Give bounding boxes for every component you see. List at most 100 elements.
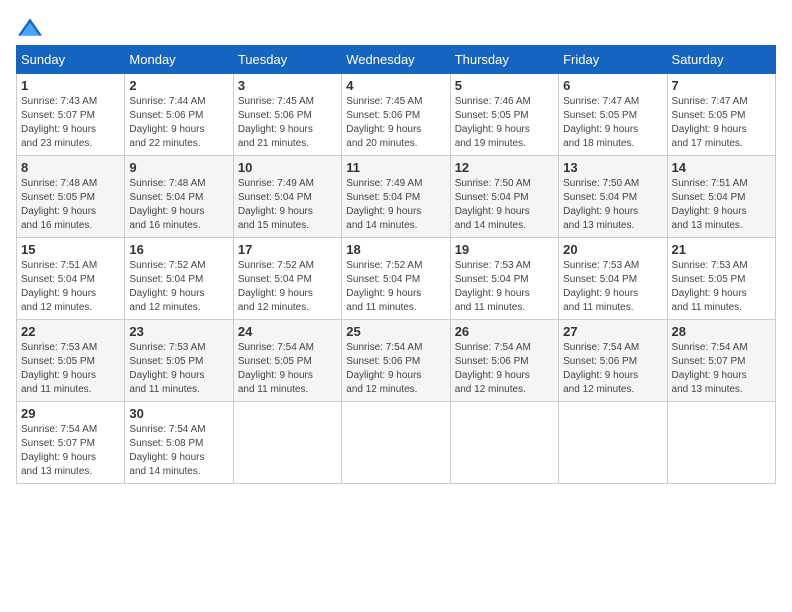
- weekday-header-row: SundayMondayTuesdayWednesdayThursdayFrid…: [17, 46, 776, 74]
- calendar-table: SundayMondayTuesdayWednesdayThursdayFrid…: [16, 45, 776, 484]
- day-number: 20: [563, 242, 662, 257]
- day-info: Sunrise: 7:52 AM Sunset: 5:04 PM Dayligh…: [238, 259, 337, 315]
- day-number: 3: [238, 78, 337, 93]
- day-info: Sunrise: 7:45 AM Sunset: 5:06 PM Dayligh…: [346, 95, 445, 151]
- day-number: 2: [129, 78, 228, 93]
- day-info: Sunrise: 7:51 AM Sunset: 5:04 PM Dayligh…: [21, 259, 120, 315]
- calendar-cell: 8 Sunrise: 7:48 AM Sunset: 5:05 PM Daylig…: [17, 156, 125, 238]
- day-number: 16: [129, 242, 228, 257]
- day-info: Sunrise: 7:54 AM Sunset: 5:05 PM Dayligh…: [238, 341, 337, 397]
- day-info: Sunrise: 7:54 AM Sunset: 5:06 PM Dayligh…: [455, 341, 554, 397]
- calendar-cell: 7Sunrise: 7:47 AM Sunset: 5:05 PM Daylig…: [667, 74, 775, 156]
- weekday-header-cell: Saturday: [667, 46, 775, 74]
- day-info: Sunrise: 7:50 AM Sunset: 5:04 PM Dayligh…: [455, 177, 554, 233]
- calendar-cell: [559, 402, 667, 484]
- day-info: Sunrise: 7:53 AM Sunset: 5:05 PM Dayligh…: [672, 259, 771, 315]
- logo-icon: [16, 17, 44, 37]
- calendar-cell: 16 Sunrise: 7:52 AM Sunset: 5:04 PM Dayli…: [125, 238, 233, 320]
- day-info: Sunrise: 7:53 AM Sunset: 5:05 PM Dayligh…: [21, 341, 120, 397]
- day-info: Sunrise: 7:54 AM Sunset: 5:08 PM Dayligh…: [129, 423, 228, 479]
- calendar-cell: 19Sunrise: 7:53 AM Sunset: 5:04 PM Dayli…: [450, 238, 558, 320]
- day-info: Sunrise: 7:43 AM Sunset: 5:07 PM Dayligh…: [21, 95, 120, 151]
- day-number: 9: [129, 160, 228, 175]
- calendar-cell: 21 Sunrise: 7:53 AM Sunset: 5:05 PM Dayli…: [667, 238, 775, 320]
- day-info: Sunrise: 7:47 AM Sunset: 5:05 PM Dayligh…: [563, 95, 662, 151]
- day-number: 11: [346, 160, 445, 175]
- calendar-cell: 2 Sunrise: 7:44 AM Sunset: 5:06 PM Daylig…: [125, 74, 233, 156]
- day-info: Sunrise: 7:49 AM Sunset: 5:04 PM Dayligh…: [238, 177, 337, 233]
- calendar-cell: [342, 402, 450, 484]
- calendar-body: 1 Sunrise: 7:43 AM Sunset: 5:07 PM Daylig…: [17, 74, 776, 484]
- calendar-cell: 30 Sunrise: 7:54 AM Sunset: 5:08 PM Dayli…: [125, 402, 233, 484]
- day-number: 30: [129, 406, 228, 421]
- calendar-cell: 10 Sunrise: 7:49 AM Sunset: 5:04 PM Dayli…: [233, 156, 341, 238]
- day-info: Sunrise: 7:54 AM Sunset: 5:06 PM Dayligh…: [563, 341, 662, 397]
- day-number: 13: [563, 160, 662, 175]
- day-number: 21: [672, 242, 771, 257]
- day-info: Sunrise: 7:54 AM Sunset: 5:07 PM Dayligh…: [21, 423, 120, 479]
- day-number: 6: [563, 78, 662, 93]
- day-number: 12: [455, 160, 554, 175]
- calendar-cell: 6 Sunrise: 7:47 AM Sunset: 5:05 PM Daylig…: [559, 74, 667, 156]
- day-number: 27: [563, 324, 662, 339]
- header: [16, 16, 776, 37]
- day-info: Sunrise: 7:54 AM Sunset: 5:07 PM Dayligh…: [672, 341, 771, 397]
- day-info: Sunrise: 7:52 AM Sunset: 5:04 PM Dayligh…: [129, 259, 228, 315]
- calendar-cell: 11 Sunrise: 7:49 AM Sunset: 5:04 PM Dayli…: [342, 156, 450, 238]
- day-info: Sunrise: 7:50 AM Sunset: 5:04 PM Dayligh…: [563, 177, 662, 233]
- calendar-cell: 1 Sunrise: 7:43 AM Sunset: 5:07 PM Daylig…: [17, 74, 125, 156]
- day-info: Sunrise: 7:51 AM Sunset: 5:04 PM Dayligh…: [672, 177, 771, 233]
- weekday-header-cell: Friday: [559, 46, 667, 74]
- day-number: 19: [455, 242, 554, 257]
- weekday-header-cell: Thursday: [450, 46, 558, 74]
- day-number: 14: [672, 160, 771, 175]
- day-number: 22: [21, 324, 120, 339]
- calendar-cell: 9 Sunrise: 7:48 AM Sunset: 5:04 PM Daylig…: [125, 156, 233, 238]
- calendar-week-row: 22 Sunrise: 7:53 AM Sunset: 5:05 PM Dayli…: [17, 320, 776, 402]
- logo: [16, 16, 48, 37]
- day-number: 10: [238, 160, 337, 175]
- calendar-cell: 23Sunrise: 7:53 AM Sunset: 5:05 PM Dayli…: [125, 320, 233, 402]
- calendar-cell: 14 Sunrise: 7:51 AM Sunset: 5:04 PM Dayli…: [667, 156, 775, 238]
- day-info: Sunrise: 7:49 AM Sunset: 5:04 PM Dayligh…: [346, 177, 445, 233]
- calendar-cell: 3 Sunrise: 7:45 AM Sunset: 5:06 PM Daylig…: [233, 74, 341, 156]
- calendar-cell: 27 Sunrise: 7:54 AM Sunset: 5:06 PM Dayli…: [559, 320, 667, 402]
- weekday-header-cell: Sunday: [17, 46, 125, 74]
- day-info: Sunrise: 7:45 AM Sunset: 5:06 PM Dayligh…: [238, 95, 337, 151]
- day-number: 25: [346, 324, 445, 339]
- calendar-cell: 15Sunrise: 7:51 AM Sunset: 5:04 PM Dayli…: [17, 238, 125, 320]
- calendar-cell: 18 Sunrise: 7:52 AM Sunset: 5:04 PM Dayli…: [342, 238, 450, 320]
- day-number: 18: [346, 242, 445, 257]
- calendar-cell: 25 Sunrise: 7:54 AM Sunset: 5:06 PM Dayli…: [342, 320, 450, 402]
- calendar-cell: 22 Sunrise: 7:53 AM Sunset: 5:05 PM Dayli…: [17, 320, 125, 402]
- calendar-cell: 5 Sunrise: 7:46 AM Sunset: 5:05 PM Daylig…: [450, 74, 558, 156]
- calendar-cell: 17Sunrise: 7:52 AM Sunset: 5:04 PM Dayli…: [233, 238, 341, 320]
- day-info: Sunrise: 7:46 AM Sunset: 5:05 PM Dayligh…: [455, 95, 554, 151]
- day-info: Sunrise: 7:52 AM Sunset: 5:04 PM Dayligh…: [346, 259, 445, 315]
- calendar-cell: 28 Sunrise: 7:54 AM Sunset: 5:07 PM Dayli…: [667, 320, 775, 402]
- calendar-week-row: 29 Sunrise: 7:54 AM Sunset: 5:07 PM Dayli…: [17, 402, 776, 484]
- weekday-header-cell: Monday: [125, 46, 233, 74]
- day-number: 5: [455, 78, 554, 93]
- calendar-cell: 20Sunrise: 7:53 AM Sunset: 5:04 PM Dayli…: [559, 238, 667, 320]
- day-number: 24: [238, 324, 337, 339]
- day-info: Sunrise: 7:48 AM Sunset: 5:04 PM Dayligh…: [129, 177, 228, 233]
- calendar-cell: [667, 402, 775, 484]
- day-number: 7: [672, 78, 771, 93]
- calendar-cell: 13 Sunrise: 7:50 AM Sunset: 5:04 PM Dayli…: [559, 156, 667, 238]
- day-info: Sunrise: 7:44 AM Sunset: 5:06 PM Dayligh…: [129, 95, 228, 151]
- day-number: 23: [129, 324, 228, 339]
- calendar-cell: 12 Sunrise: 7:50 AM Sunset: 5:04 PM Dayli…: [450, 156, 558, 238]
- day-info: Sunrise: 7:48 AM Sunset: 5:05 PM Dayligh…: [21, 177, 120, 233]
- calendar-week-row: 8 Sunrise: 7:48 AM Sunset: 5:05 PM Daylig…: [17, 156, 776, 238]
- weekday-header-cell: Tuesday: [233, 46, 341, 74]
- day-number: 26: [455, 324, 554, 339]
- day-number: 8: [21, 160, 120, 175]
- day-number: 1: [21, 78, 120, 93]
- day-number: 29: [21, 406, 120, 421]
- day-number: 28: [672, 324, 771, 339]
- calendar-cell: 24 Sunrise: 7:54 AM Sunset: 5:05 PM Dayli…: [233, 320, 341, 402]
- calendar-cell: 29 Sunrise: 7:54 AM Sunset: 5:07 PM Dayli…: [17, 402, 125, 484]
- day-info: Sunrise: 7:54 AM Sunset: 5:06 PM Dayligh…: [346, 341, 445, 397]
- day-number: 4: [346, 78, 445, 93]
